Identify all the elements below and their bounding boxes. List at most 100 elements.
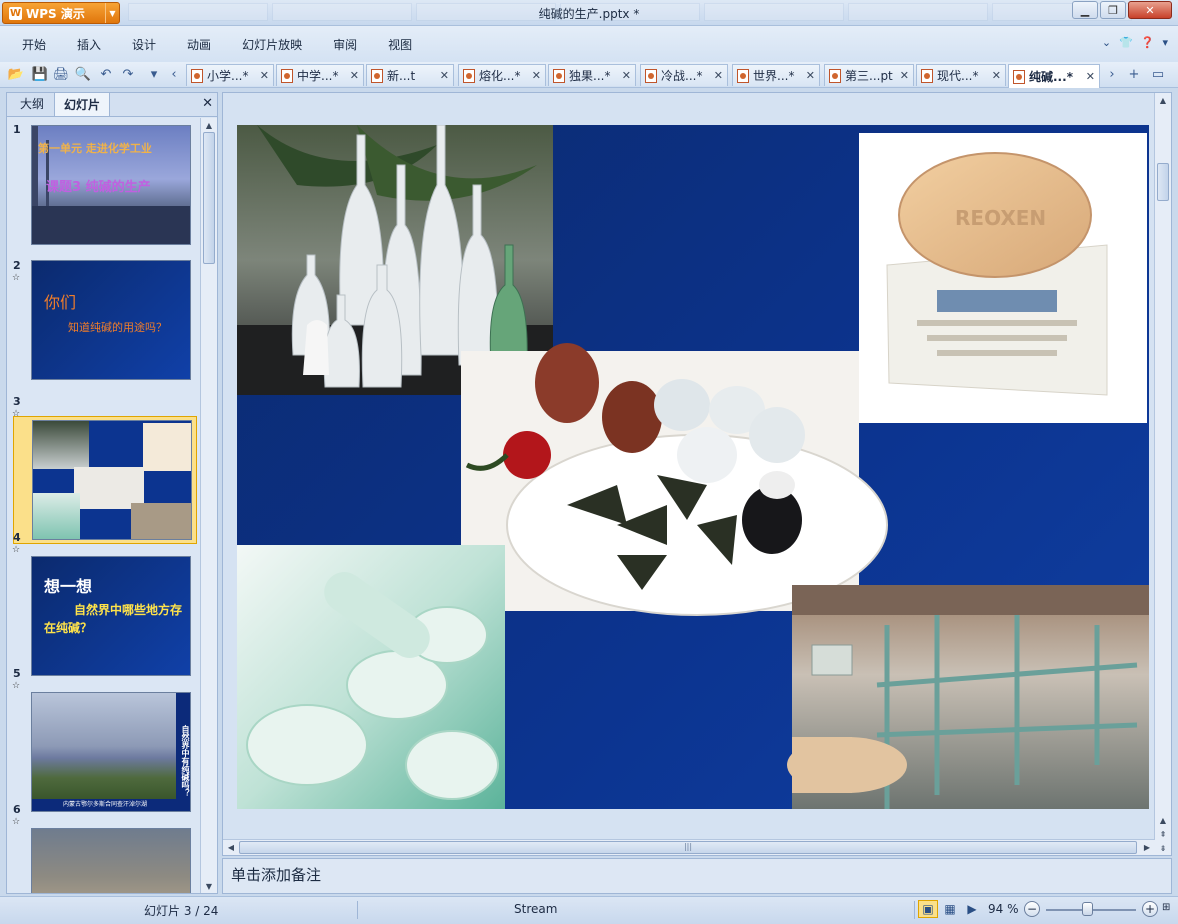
thumbnails-scrollbar[interactable]: ▲ ▼: [200, 118, 217, 893]
next-slide-icon[interactable]: ⇟: [1155, 841, 1171, 855]
doc-tab[interactable]: 新...t ✕: [366, 64, 454, 86]
close-icon[interactable]: ✕: [710, 69, 723, 82]
menu-review[interactable]: 审阅: [321, 36, 376, 53]
close-icon[interactable]: ✕: [802, 69, 815, 82]
help-icon[interactable]: ❓: [1141, 36, 1155, 49]
scroll-up-icon[interactable]: ▲: [201, 118, 217, 132]
scroll-thumb[interactable]: [1157, 163, 1169, 201]
doc-tab[interactable]: 小学... * ✕: [186, 64, 274, 86]
zoom-in-icon[interactable]: +: [1142, 901, 1158, 917]
doc-tab[interactable]: 冷战... * ✕: [640, 64, 728, 86]
notes-pane[interactable]: 单击添加备注: [222, 858, 1172, 894]
menu-bar: 开始 插入 设计 动画 幻灯片放映 审阅 视图 ⌄ 👕 ❓ ▾: [0, 26, 1178, 62]
print-preview-icon[interactable]: 🔍: [75, 66, 91, 82]
close-icon[interactable]: ✕: [1082, 70, 1095, 83]
slide-horizontal-scrollbar[interactable]: ◀ ||| ▶: [223, 839, 1155, 855]
undo-icon[interactable]: ↶: [98, 66, 114, 82]
slide-sorter-icon[interactable]: ▦: [940, 900, 960, 918]
tabs-scroll-right-icon[interactable]: ›: [1104, 66, 1120, 82]
menu-view[interactable]: 视图: [376, 36, 431, 53]
animation-star-icon: ☆: [12, 681, 21, 691]
menu-animation[interactable]: 动画: [175, 36, 230, 53]
doc-tab[interactable]: 熔化... * ✕: [458, 64, 546, 86]
minimize-button[interactable]: ▁: [1072, 1, 1098, 19]
quick-access-and-tabs: 📂 💾 🖨 🔍 ↶ ↷ ▾ ‹ 小学... * ✕ 中学... * ✕ 新...t ✕ 熔…: [0, 62, 1178, 88]
new-tab-icon[interactable]: +: [1126, 66, 1142, 82]
window-title: 纯碱的生产.pptx *: [538, 7, 640, 21]
close-icon[interactable]: ✕: [202, 96, 213, 111]
open-folder-icon[interactable]: 📂: [8, 66, 24, 82]
menu-slideshow[interactable]: 幻灯片放映: [230, 36, 321, 53]
collapse-ribbon-icon[interactable]: ⌄: [1102, 36, 1111, 49]
restore-button[interactable]: ❐: [1100, 1, 1126, 19]
slide-thumbnails: 1 第一单元 走进化学工业 课题3 纯碱的生产 2 ☆ 你们 知道纯碱的用途吗？…: [7, 118, 201, 893]
customize-dropdown-icon[interactable]: ▾: [146, 66, 162, 82]
zoom-out-icon[interactable]: −: [1024, 901, 1040, 917]
slide-number: 6: [13, 803, 21, 816]
skin-icon[interactable]: 👕: [1119, 36, 1133, 49]
doc-tab-active[interactable]: 纯碱... * ✕: [1008, 64, 1100, 88]
slide-5-side-text: 自然界中有纯碱吗？: [176, 693, 190, 811]
presentation-file-icon: [829, 68, 841, 83]
normal-view-icon[interactable]: ▣: [918, 900, 938, 918]
print-icon[interactable]: 🖨: [53, 66, 70, 82]
slide-thumbnail-2[interactable]: 你们 知道纯碱的用途吗？: [31, 260, 191, 380]
close-icon[interactable]: ✕: [436, 69, 449, 82]
svg-text:REOXEN: REOXEN: [955, 206, 1046, 230]
slide-thumbnail-3[interactable]: [32, 420, 192, 540]
redo-icon[interactable]: ↷: [120, 66, 136, 82]
slide-2-text: 知道纯碱的用途吗？: [68, 321, 167, 334]
slide-3-collage: REOXEN: [237, 125, 1149, 809]
menu-insert[interactable]: 插入: [65, 36, 120, 53]
scroll-up-icon[interactable]: ▲: [1155, 813, 1171, 827]
scroll-left-icon[interactable]: ◀: [223, 840, 239, 854]
slide-thumbnail-1[interactable]: 第一单元 走进化学工业 课题3 纯碱的生产: [31, 125, 191, 245]
menu-home[interactable]: 开始: [10, 36, 65, 53]
current-slide[interactable]: REOXEN: [237, 125, 1149, 809]
slide-thumbnail-6[interactable]: [31, 828, 191, 893]
slide-thumbnail-5[interactable]: 自然界中有纯碱吗？ 内蒙古鄂尔多斯合同查汗淖尔湖: [31, 692, 191, 812]
chevron-down-icon[interactable]: ▾: [1162, 36, 1168, 49]
scroll-up-icon[interactable]: ▲: [1155, 93, 1171, 107]
slideshow-icon[interactable]: ▶: [962, 900, 982, 918]
close-icon[interactable]: ✕: [618, 69, 631, 82]
tab-list-icon[interactable]: ▭: [1150, 66, 1166, 82]
slides-panel: 大纲 幻灯片 ✕ 1 第一单元 走进化学工业 课题3 纯碱的生产 2 ☆ 你们 …: [6, 92, 218, 894]
slide-editor: REOXEN ▲ ▲ ⇞ ⇟ ◀ ||| ▶: [222, 92, 1172, 856]
save-icon[interactable]: 💾: [32, 66, 48, 82]
slide-4-title: 想一想: [44, 577, 93, 596]
close-icon[interactable]: ✕: [896, 69, 909, 82]
scroll-thumb[interactable]: [203, 132, 215, 264]
slide-4-text: 自然界中哪些地方存在纯碱？: [44, 603, 183, 635]
close-button[interactable]: ✕: [1128, 1, 1172, 19]
close-icon[interactable]: ✕: [528, 69, 541, 82]
menu-design[interactable]: 设计: [120, 36, 175, 53]
close-icon[interactable]: ✕: [346, 69, 359, 82]
presentation-file-icon: [737, 68, 749, 83]
window-controls: ▁ ❐ ✕: [1072, 1, 1172, 19]
doc-tab[interactable]: 第三...pt ✕: [824, 64, 914, 86]
theme-name: Stream: [514, 902, 558, 916]
slide-vertical-scrollbar[interactable]: ▲ ▲ ⇞ ⇟: [1154, 93, 1171, 855]
slide-1-title: 第一单元 走进化学工业: [38, 142, 152, 155]
tabs-scroll-left-icon[interactable]: ‹: [166, 66, 182, 82]
presentation-file-icon: [553, 68, 565, 83]
scroll-thumb[interactable]: |||: [239, 841, 1137, 854]
zoom-slider-handle[interactable]: [1082, 902, 1093, 916]
tab-outline[interactable]: 大纲: [10, 91, 54, 116]
fit-window-icon[interactable]: ⊞: [1162, 902, 1170, 913]
doc-tab[interactable]: 独果... * ✕: [548, 64, 636, 86]
doc-tab[interactable]: 现代... * ✕: [916, 64, 1006, 86]
slide-thumbnail-4[interactable]: 想一想 自然界中哪些地方存在纯碱？: [31, 556, 191, 676]
close-icon[interactable]: ✕: [988, 69, 1001, 82]
animation-star-icon: ☆: [12, 273, 21, 283]
tab-slides[interactable]: 幻灯片: [54, 92, 111, 116]
scroll-down-icon[interactable]: ▼: [201, 879, 217, 893]
panel-tabs: 大纲 幻灯片 ✕: [7, 91, 217, 117]
scroll-right-icon[interactable]: ▶: [1139, 840, 1155, 854]
slide-1-subtitle: 课题3 纯碱的生产: [46, 180, 151, 195]
doc-tab[interactable]: 中学... * ✕: [276, 64, 364, 86]
doc-tab[interactable]: 世界... * ✕: [732, 64, 820, 86]
close-icon[interactable]: ✕: [256, 69, 269, 82]
previous-slide-icon[interactable]: ⇞: [1155, 827, 1171, 841]
